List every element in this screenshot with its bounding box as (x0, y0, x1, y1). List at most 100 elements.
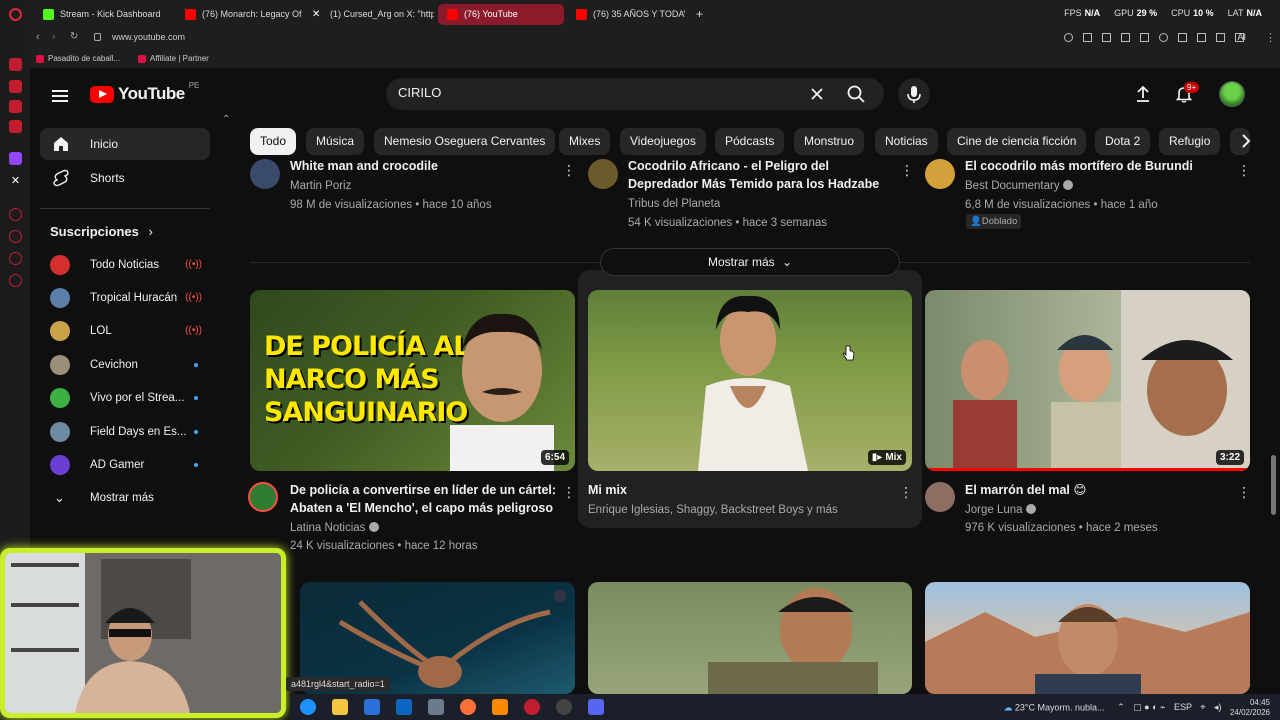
subscriptions-heading[interactable]: Suscripciones › (50, 224, 153, 239)
channel-name[interactable]: Jorge Luna (965, 501, 1036, 519)
sidebar-item-vivo-por-el-stream[interactable]: Vivo por el Strea... (40, 382, 210, 414)
new-tab-button[interactable]: + (690, 4, 710, 25)
chip-dota-2[interactable]: Dota 2 (1095, 128, 1151, 155)
sidebar-item-lol[interactable]: LOL ((•)) (40, 315, 210, 347)
chip-refugio[interactable]: Refugio (1159, 128, 1221, 155)
video-title[interactable]: White man and crocodile (290, 157, 550, 175)
channel-name[interactable]: Tribus del Planeta (628, 195, 720, 213)
search-icon[interactable] (846, 84, 866, 104)
show-more-button[interactable]: Mostrar más ⌄ (600, 248, 900, 276)
video-title[interactable]: El marrón del mal 😊 (965, 481, 1086, 499)
upload-icon[interactable] (1134, 85, 1152, 103)
snapshot-icon[interactable] (1102, 33, 1111, 42)
clock[interactable]: 04:45 24/02/2026 (1230, 698, 1270, 718)
url-field[interactable]: www.youtube.com (112, 32, 185, 42)
chevron-right-icon[interactable] (1238, 133, 1254, 149)
sidebar-app-icon[interactable] (9, 80, 22, 93)
tab-35-anos[interactable]: (76) 35 AÑOS Y TODAVÍA (567, 4, 685, 25)
sidebar-item-ad-gamer[interactable]: AD Gamer (40, 449, 210, 481)
hamburger-menu-icon[interactable] (50, 86, 70, 106)
video-title[interactable]: Cocodrilo Africano - el Peligro del Depr… (628, 157, 888, 193)
sidebar-item-cevichon[interactable]: Cevichon (40, 349, 210, 381)
chip-podcasts[interactable]: Pódcasts (715, 128, 785, 155)
channel-avatar[interactable] (588, 159, 618, 189)
firefox-icon[interactable] (460, 699, 476, 715)
bookmark-icon[interactable] (1083, 33, 1092, 42)
extensions-icon[interactable] (1178, 33, 1187, 42)
mix-title[interactable]: Mi mix (588, 481, 627, 499)
extensions-icon[interactable] (9, 252, 22, 265)
opera-icon[interactable] (524, 699, 540, 715)
chip-todo[interactable]: Todo (250, 128, 297, 155)
obs-icon[interactable] (556, 699, 572, 715)
more-options-icon[interactable]: ⋮ (562, 484, 576, 500)
back-icon[interactable]: ‹ (36, 31, 40, 43)
more-options-icon[interactable]: ⋮ (1237, 484, 1251, 500)
video-title[interactable]: De policía a convertirse en líder de un … (290, 481, 560, 517)
chip-nemesio[interactable]: Nemesio Oseguera Cervantes (374, 128, 556, 155)
sidebar-app-icon[interactable] (9, 100, 22, 113)
more-options-icon[interactable]: ⋮ (900, 162, 914, 178)
heart-icon[interactable] (1159, 33, 1168, 42)
tray-icons[interactable]: ▢ ● ◐ ⌁ (1133, 702, 1165, 712)
volume-icon[interactable]: ◂) (1214, 702, 1222, 712)
sidebar-item-todo-noticias[interactable]: Todo Noticias ((•)) (40, 249, 210, 281)
sidebar-item-field-days[interactable]: Field Days en Es... (40, 416, 210, 448)
language-indicator[interactable]: ESP (1174, 702, 1192, 712)
sidebar-app-icon[interactable] (9, 58, 22, 71)
store-icon[interactable] (364, 699, 380, 715)
wallet-icon[interactable] (1121, 33, 1130, 42)
channel-avatar[interactable] (925, 159, 955, 189)
history-icon[interactable] (9, 208, 22, 221)
bookmark-item[interactable]: Pasadito de caball... (36, 54, 120, 63)
channel-avatar[interactable] (250, 159, 280, 189)
twitch-icon[interactable] (9, 152, 22, 165)
app-icon[interactable] (428, 699, 444, 715)
sidebar-item-tropical-huracan[interactable]: Tropical Huracán ((•)) (40, 282, 210, 314)
x-icon[interactable]: ✕ (9, 175, 22, 188)
zoom-icon[interactable] (1064, 33, 1073, 42)
video-thumbnail[interactable]: DE POLICÍA AL NARCO MÁS SANGUINARIO 6:54 (250, 290, 575, 471)
search-input[interactable] (398, 85, 798, 100)
page-scrollbar[interactable] (1271, 455, 1276, 515)
chip-noticias[interactable]: Noticias (875, 128, 938, 155)
tab-x[interactable]: ✕ (1) Cursed_Arg on X: "http (304, 4, 434, 25)
chip-cine-ciencia-ficcion[interactable]: Cine de ciencia ficción (947, 128, 1087, 155)
video-thumbnail[interactable] (925, 582, 1250, 694)
channel-avatar-live[interactable] (248, 482, 278, 512)
tab-youtube-active[interactable]: (76) YouTube (438, 4, 564, 25)
ai-button[interactable]: AI (1237, 32, 1246, 42)
clear-search-icon[interactable] (808, 85, 826, 103)
opera-logo-icon[interactable] (9, 8, 22, 21)
channel-name[interactable]: Martin Poriz (290, 177, 351, 195)
weather-status[interactable]: 23°C Mayorm. nubla... (1015, 702, 1105, 712)
sync-icon[interactable] (1197, 33, 1206, 42)
tab-kick[interactable]: Stream - Kick Dashboard (34, 4, 174, 25)
player-icon[interactable] (1140, 33, 1149, 42)
tab-monarch[interactable]: (76) Monarch: Legacy Of M (176, 4, 302, 25)
collapse-icon[interactable]: ⌃ (222, 114, 230, 125)
discord-icon[interactable] (588, 699, 604, 715)
tray-chevron-icon[interactable]: ⌃ (1117, 702, 1125, 712)
channel-name[interactable]: Best Documentary (965, 177, 1073, 195)
file-explorer-icon[interactable] (332, 699, 348, 715)
outlook-icon[interactable] (396, 699, 412, 715)
menu-icon[interactable]: ⋮ (1265, 31, 1276, 44)
chip-monstruo[interactable]: Monstruo (794, 128, 865, 155)
channel-name[interactable]: Latina Noticias (290, 519, 379, 537)
chip-musica[interactable]: Música (306, 128, 365, 155)
edge-icon[interactable] (300, 699, 316, 715)
network-icon[interactable]: ⌖ (1200, 702, 1205, 712)
channel-avatar[interactable] (925, 482, 955, 512)
voice-search-button[interactable] (898, 78, 930, 110)
more-options-icon[interactable]: ⋮ (899, 484, 913, 500)
chip-videojuegos[interactable]: Videojuegos (620, 128, 706, 155)
video-thumbnail[interactable] (588, 582, 912, 694)
sidebar-item-inicio[interactable]: Inicio (40, 128, 210, 160)
more-options-icon[interactable]: ⋮ (562, 162, 576, 178)
settings-icon[interactable] (9, 274, 22, 287)
account-avatar[interactable] (1219, 81, 1245, 107)
mix-thumbnail[interactable]: ▮▸ Mix (588, 290, 912, 471)
sidebar-show-more[interactable]: ⌄ Mostrar más (40, 482, 210, 514)
video-title[interactable]: El cocodrilo más mortífero de Burundi (965, 157, 1225, 175)
